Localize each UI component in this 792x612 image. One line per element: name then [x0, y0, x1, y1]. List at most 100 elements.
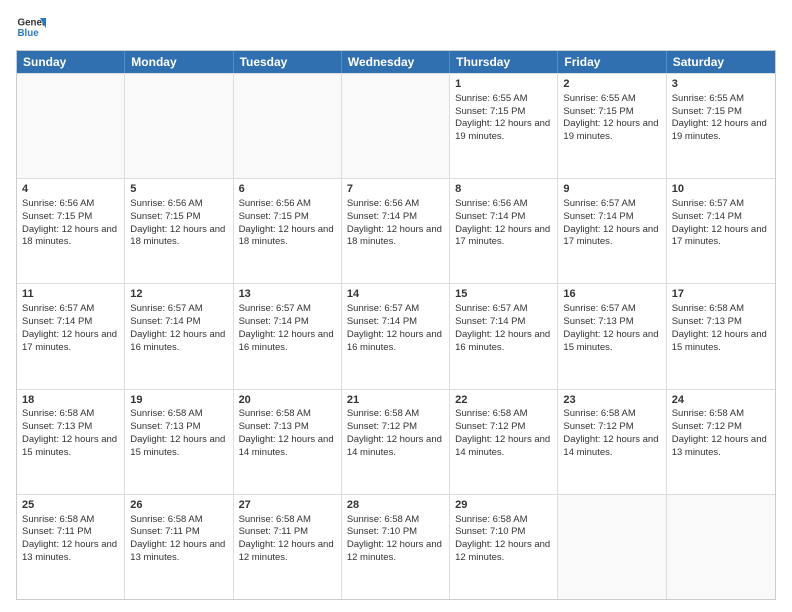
day-info-line: Sunrise: 6:55 AM [672, 93, 770, 106]
day-info-line: Sunset: 7:13 PM [672, 316, 770, 329]
day-number: 26 [130, 498, 227, 513]
day-info-line: Sunset: 7:11 PM [130, 526, 227, 539]
day-number: 6 [239, 182, 336, 197]
day-cell-7: 7Sunrise: 6:56 AMSunset: 7:14 PMDaylight… [342, 179, 450, 283]
day-number: 27 [239, 498, 336, 513]
day-info-line: Sunrise: 6:57 AM [455, 303, 552, 316]
day-info-line: Sunset: 7:14 PM [22, 316, 119, 329]
day-cell-11: 11Sunrise: 6:57 AMSunset: 7:14 PMDayligh… [17, 284, 125, 388]
day-info-line: Sunrise: 6:58 AM [239, 408, 336, 421]
day-cell-8: 8Sunrise: 6:56 AMSunset: 7:14 PMDaylight… [450, 179, 558, 283]
day-info-line: Sunrise: 6:58 AM [672, 408, 770, 421]
day-info-line: Daylight: 12 hours and 12 minutes. [455, 539, 552, 565]
day-info-line: Sunset: 7:10 PM [455, 526, 552, 539]
day-info-line: Sunset: 7:13 PM [239, 421, 336, 434]
calendar-row-0: 1Sunrise: 6:55 AMSunset: 7:15 PMDaylight… [17, 73, 775, 178]
day-cell-4: 4Sunrise: 6:56 AMSunset: 7:15 PMDaylight… [17, 179, 125, 283]
day-cell-23: 23Sunrise: 6:58 AMSunset: 7:12 PMDayligh… [558, 390, 666, 494]
day-cell-1: 1Sunrise: 6:55 AMSunset: 7:15 PMDaylight… [450, 74, 558, 178]
day-info-line: Sunset: 7:15 PM [22, 211, 119, 224]
day-cell-12: 12Sunrise: 6:57 AMSunset: 7:14 PMDayligh… [125, 284, 233, 388]
day-number: 12 [130, 287, 227, 302]
day-info-line: Sunrise: 6:57 AM [239, 303, 336, 316]
calendar-row-1: 4Sunrise: 6:56 AMSunset: 7:15 PMDaylight… [17, 178, 775, 283]
day-number: 23 [563, 393, 660, 408]
day-cell-17: 17Sunrise: 6:58 AMSunset: 7:13 PMDayligh… [667, 284, 775, 388]
day-info-line: Daylight: 12 hours and 18 minutes. [130, 224, 227, 250]
day-info-line: Sunset: 7:11 PM [22, 526, 119, 539]
calendar-body: 1Sunrise: 6:55 AMSunset: 7:15 PMDaylight… [17, 73, 775, 599]
empty-cell-0-2 [234, 74, 342, 178]
day-cell-14: 14Sunrise: 6:57 AMSunset: 7:14 PMDayligh… [342, 284, 450, 388]
day-number: 16 [563, 287, 660, 302]
day-number: 19 [130, 393, 227, 408]
day-info-line: Sunset: 7:12 PM [455, 421, 552, 434]
day-info-line: Sunrise: 6:56 AM [22, 198, 119, 211]
day-info-line: Daylight: 12 hours and 16 minutes. [239, 329, 336, 355]
day-info-line: Daylight: 12 hours and 16 minutes. [130, 329, 227, 355]
day-info-line: Sunset: 7:15 PM [563, 106, 660, 119]
day-info-line: Sunrise: 6:55 AM [563, 93, 660, 106]
day-cell-15: 15Sunrise: 6:57 AMSunset: 7:14 PMDayligh… [450, 284, 558, 388]
calendar-row-4: 25Sunrise: 6:58 AMSunset: 7:11 PMDayligh… [17, 494, 775, 599]
day-number: 1 [455, 77, 552, 92]
calendar-row-3: 18Sunrise: 6:58 AMSunset: 7:13 PMDayligh… [17, 389, 775, 494]
day-number: 5 [130, 182, 227, 197]
day-number: 28 [347, 498, 444, 513]
day-info-line: Daylight: 12 hours and 14 minutes. [455, 434, 552, 460]
day-cell-26: 26Sunrise: 6:58 AMSunset: 7:11 PMDayligh… [125, 495, 233, 599]
day-info-line: Sunset: 7:13 PM [22, 421, 119, 434]
day-number: 4 [22, 182, 119, 197]
day-info-line: Sunrise: 6:57 AM [22, 303, 119, 316]
day-info-line: Daylight: 12 hours and 16 minutes. [347, 329, 444, 355]
day-info-line: Daylight: 12 hours and 16 minutes. [455, 329, 552, 355]
day-number: 25 [22, 498, 119, 513]
day-info-line: Sunrise: 6:58 AM [563, 408, 660, 421]
day-number: 7 [347, 182, 444, 197]
day-info-line: Sunrise: 6:56 AM [130, 198, 227, 211]
day-info-line: Daylight: 12 hours and 14 minutes. [239, 434, 336, 460]
day-info-line: Daylight: 12 hours and 15 minutes. [563, 329, 660, 355]
day-number: 15 [455, 287, 552, 302]
day-cell-16: 16Sunrise: 6:57 AMSunset: 7:13 PMDayligh… [558, 284, 666, 388]
header-cell-wednesday: Wednesday [342, 51, 450, 73]
day-info-line: Daylight: 12 hours and 15 minutes. [672, 329, 770, 355]
day-info-line: Daylight: 12 hours and 13 minutes. [22, 539, 119, 565]
day-cell-3: 3Sunrise: 6:55 AMSunset: 7:15 PMDaylight… [667, 74, 775, 178]
day-info-line: Sunset: 7:15 PM [672, 106, 770, 119]
day-number: 24 [672, 393, 770, 408]
day-info-line: Daylight: 12 hours and 14 minutes. [563, 434, 660, 460]
day-cell-13: 13Sunrise: 6:57 AMSunset: 7:14 PMDayligh… [234, 284, 342, 388]
day-info-line: Daylight: 12 hours and 18 minutes. [347, 224, 444, 250]
calendar-header: SundayMondayTuesdayWednesdayThursdayFrid… [17, 51, 775, 73]
day-info-line: Sunrise: 6:57 AM [347, 303, 444, 316]
day-number: 10 [672, 182, 770, 197]
day-info-line: Sunset: 7:14 PM [347, 211, 444, 224]
header-cell-monday: Monday [125, 51, 233, 73]
day-info-line: Sunset: 7:12 PM [672, 421, 770, 434]
header-cell-saturday: Saturday [667, 51, 775, 73]
day-info-line: Sunset: 7:14 PM [347, 316, 444, 329]
header-cell-tuesday: Tuesday [234, 51, 342, 73]
day-info-line: Sunset: 7:12 PM [347, 421, 444, 434]
day-number: 17 [672, 287, 770, 302]
day-info-line: Daylight: 12 hours and 15 minutes. [130, 434, 227, 460]
day-info-line: Sunrise: 6:57 AM [563, 198, 660, 211]
day-number: 11 [22, 287, 119, 302]
day-cell-21: 21Sunrise: 6:58 AMSunset: 7:12 PMDayligh… [342, 390, 450, 494]
header-cell-thursday: Thursday [450, 51, 558, 73]
day-info-line: Sunrise: 6:58 AM [130, 408, 227, 421]
day-cell-20: 20Sunrise: 6:58 AMSunset: 7:13 PMDayligh… [234, 390, 342, 494]
day-info-line: Daylight: 12 hours and 17 minutes. [672, 224, 770, 250]
day-info-line: Sunrise: 6:58 AM [239, 514, 336, 527]
day-number: 20 [239, 393, 336, 408]
day-info-line: Daylight: 12 hours and 13 minutes. [672, 434, 770, 460]
day-info-line: Sunset: 7:15 PM [130, 211, 227, 224]
day-info-line: Sunset: 7:10 PM [347, 526, 444, 539]
day-info-line: Sunrise: 6:58 AM [347, 408, 444, 421]
day-cell-18: 18Sunrise: 6:58 AMSunset: 7:13 PMDayligh… [17, 390, 125, 494]
day-cell-22: 22Sunrise: 6:58 AMSunset: 7:12 PMDayligh… [450, 390, 558, 494]
day-info-line: Sunset: 7:13 PM [563, 316, 660, 329]
empty-cell-0-1 [125, 74, 233, 178]
logo-icon: General Blue [16, 12, 46, 42]
